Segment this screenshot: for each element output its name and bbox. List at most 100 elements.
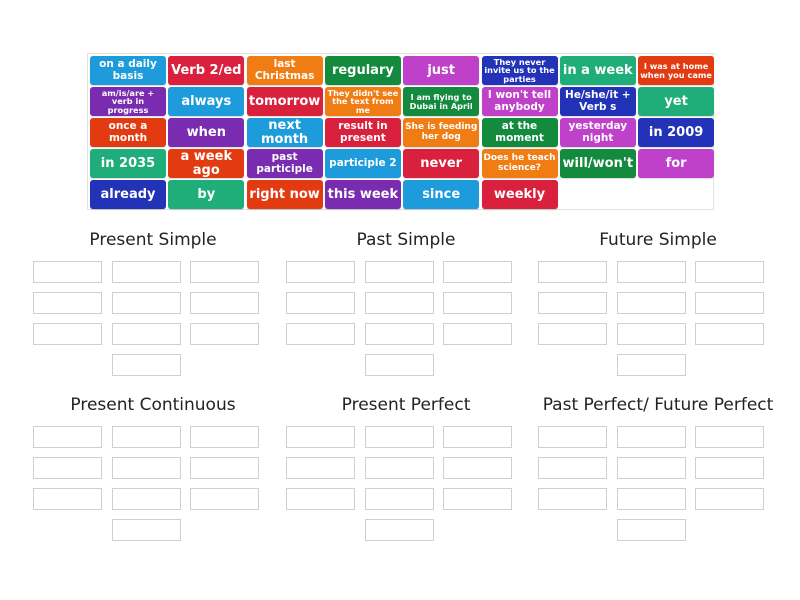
word-tile-label: just [427, 62, 456, 78]
drop-slot[interactable] [443, 292, 512, 314]
drop-slot[interactable] [286, 488, 355, 510]
word-tile[interactable]: They didn't see the text from me [324, 87, 401, 116]
drop-slot[interactable] [111, 519, 181, 541]
word-tile[interactable]: never [403, 149, 480, 178]
drop-slot[interactable] [695, 323, 764, 345]
word-tile[interactable]: when [168, 118, 245, 147]
drop-slot[interactable] [111, 426, 181, 448]
word-tile[interactable]: a week ago [168, 149, 245, 178]
word-tile-label: right now [249, 186, 320, 202]
drop-slot[interactable] [111, 261, 181, 283]
drop-slot[interactable] [111, 457, 181, 479]
drop-slot[interactable] [364, 488, 434, 510]
drop-slot[interactable] [364, 354, 434, 376]
word-tile[interactable]: result in present [324, 118, 401, 147]
word-tile[interactable]: will/won't [559, 149, 636, 178]
word-tile[interactable]: last Christmas [246, 56, 323, 85]
word-tile[interactable]: always [168, 87, 245, 116]
word-tile[interactable]: since [403, 180, 480, 209]
drop-slot[interactable] [190, 457, 259, 479]
drop-slot[interactable] [111, 488, 181, 510]
drop-slot[interactable] [538, 323, 607, 345]
drop-slot[interactable] [286, 292, 355, 314]
word-tile[interactable]: participle 2 [324, 149, 401, 178]
drop-slot[interactable] [443, 261, 512, 283]
word-tile[interactable]: in a week [559, 56, 636, 85]
drop-slot[interactable] [538, 457, 607, 479]
drop-slot[interactable] [286, 426, 355, 448]
drop-slot[interactable] [33, 261, 102, 283]
drop-slot[interactable] [443, 426, 512, 448]
word-tile[interactable]: yet [638, 87, 715, 116]
drop-slot[interactable] [538, 261, 607, 283]
drop-slot[interactable] [111, 323, 181, 345]
drop-slot[interactable] [538, 426, 607, 448]
word-tile[interactable]: just [403, 56, 480, 85]
word-tile[interactable]: regulary [324, 56, 401, 85]
word-tile[interactable]: next month [246, 118, 323, 147]
word-tile[interactable]: Verb 2/ed [168, 56, 245, 85]
drop-slot[interactable] [190, 488, 259, 510]
word-tile[interactable]: already [90, 180, 166, 209]
drop-slot[interactable] [695, 457, 764, 479]
drop-slot[interactable] [695, 488, 764, 510]
word-tile[interactable]: She is feeding her dog [403, 118, 480, 147]
word-tile[interactable]: at the moment [481, 118, 558, 147]
drop-slot[interactable] [33, 457, 102, 479]
drop-slot[interactable] [190, 261, 259, 283]
word-tile[interactable]: by [168, 180, 245, 209]
word-tile[interactable]: yesterday night [559, 118, 636, 147]
drop-slot[interactable] [443, 488, 512, 510]
word-tile[interactable]: weekly [481, 180, 558, 209]
drop-slot[interactable] [33, 488, 102, 510]
word-tile[interactable]: I was at home when you came [638, 56, 715, 85]
drop-slot[interactable] [538, 488, 607, 510]
drop-slot[interactable] [111, 354, 181, 376]
drop-slot[interactable] [364, 457, 434, 479]
drop-slot[interactable] [286, 261, 355, 283]
drop-slot[interactable] [190, 323, 259, 345]
word-tile[interactable]: on a daily basis [90, 56, 166, 85]
word-tile[interactable]: Does he teach science? [481, 149, 558, 178]
drop-slot[interactable] [616, 292, 686, 314]
drop-slot[interactable] [616, 323, 686, 345]
drop-slot[interactable] [616, 426, 686, 448]
word-tile[interactable]: past participle [246, 149, 323, 178]
drop-slot[interactable] [190, 426, 259, 448]
word-tile[interactable]: They never invite us to the parties [481, 56, 558, 85]
word-tile[interactable]: am/is/are + verb in progress [90, 87, 166, 116]
word-tile[interactable]: tomorrow [246, 87, 323, 116]
drop-slot[interactable] [33, 292, 102, 314]
drop-slot[interactable] [616, 457, 686, 479]
word-tile[interactable]: once a month [90, 118, 166, 147]
word-tile[interactable]: He/she/it + Verb s [559, 87, 636, 116]
drop-slot[interactable] [33, 426, 102, 448]
drop-slot[interactable] [616, 354, 686, 376]
drop-slot[interactable] [695, 426, 764, 448]
word-tile[interactable]: I won't tell anybody [481, 87, 558, 116]
drop-slot[interactable] [616, 519, 686, 541]
word-tile[interactable]: right now [246, 180, 323, 209]
drop-slot[interactable] [364, 426, 434, 448]
drop-slot[interactable] [443, 323, 512, 345]
word-tile[interactable]: I am flying to Dubai in April [403, 87, 480, 116]
drop-slot[interactable] [616, 261, 686, 283]
word-tile[interactable]: for [638, 149, 715, 178]
drop-slot[interactable] [364, 519, 434, 541]
drop-slot[interactable] [111, 292, 181, 314]
drop-slot[interactable] [364, 323, 434, 345]
word-tile[interactable]: in 2035 [90, 149, 166, 178]
drop-slot[interactable] [538, 292, 607, 314]
word-tile[interactable]: in 2009 [638, 118, 715, 147]
drop-slot[interactable] [364, 292, 434, 314]
word-tile[interactable]: this week [324, 180, 401, 209]
drop-slot[interactable] [286, 323, 355, 345]
drop-slot[interactable] [695, 261, 764, 283]
drop-slot[interactable] [616, 488, 686, 510]
drop-slot[interactable] [364, 261, 434, 283]
drop-slot[interactable] [695, 292, 764, 314]
drop-slot[interactable] [33, 323, 102, 345]
drop-slot[interactable] [443, 457, 512, 479]
drop-slot[interactable] [286, 457, 355, 479]
drop-slot[interactable] [190, 292, 259, 314]
